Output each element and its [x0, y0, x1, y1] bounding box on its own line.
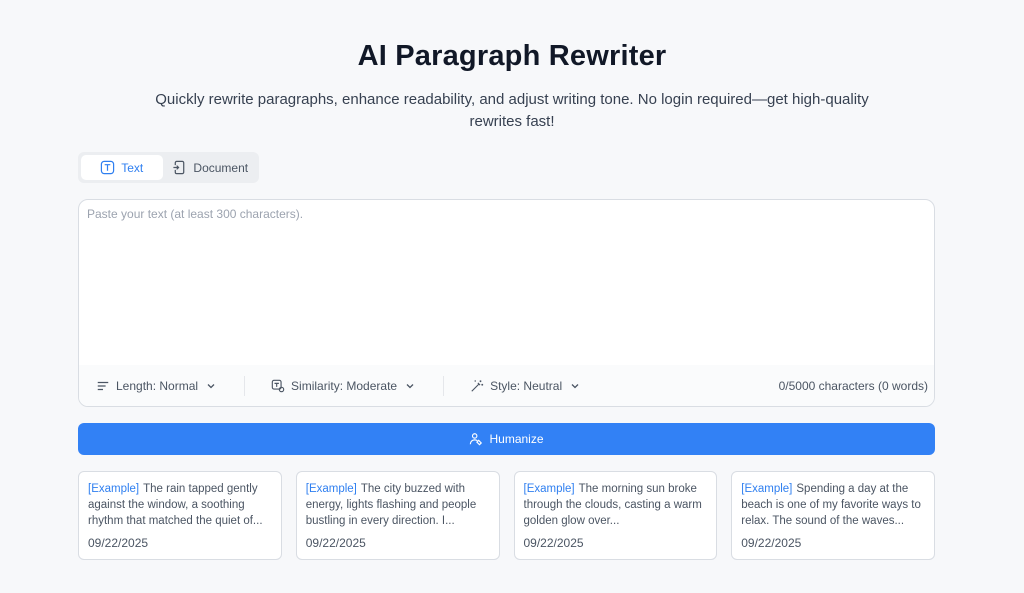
style-dropdown[interactable]: Style: Neutral [470, 365, 580, 406]
example-text: [Example] The rain tapped gently against … [88, 481, 272, 529]
chevron-down-icon [406, 384, 414, 389]
example-date: 09/22/2025 [523, 536, 584, 550]
magic-wand-icon [471, 380, 484, 392]
example-list: [Example] The rain tapped gently against … [78, 471, 935, 560]
text-input[interactable] [79, 200, 934, 365]
example-card[interactable]: [Example] The morning sun broke through t… [513, 471, 718, 560]
page-title: AI Paragraph Rewriter [357, 40, 667, 72]
example-card[interactable]: [Example] The rain tapped gently against … [78, 471, 282, 560]
example-text: [Example] The morning sun broke through t… [524, 481, 708, 529]
toolbar-divider [443, 376, 445, 396]
tab-document[interactable]: Document [165, 155, 256, 180]
length-icon [97, 381, 109, 391]
style-label: Style: Neutral [490, 379, 563, 393]
example-tag: [Example] [88, 483, 140, 495]
chevron-down-icon [207, 384, 215, 389]
toolbar-divider [244, 376, 246, 396]
similarity-dropdown[interactable]: Similarity: Moderate [271, 365, 415, 406]
document-icon [173, 160, 185, 175]
length-label: Length: Normal [116, 379, 199, 393]
example-tag: [Example] [741, 483, 793, 495]
example-tag: [Example] [305, 483, 357, 495]
similarity-icon [271, 379, 285, 393]
example-date: 09/22/2025 [88, 536, 149, 550]
similarity-label: Similarity: Moderate [291, 379, 398, 393]
page-subtitle: Quickly rewrite paragraphs, enhance read… [155, 91, 869, 130]
example-date: 09/22/2025 [305, 536, 366, 550]
character-count: 0/5000 characters (0 words) [778, 379, 928, 393]
tab-text[interactable]: Text [81, 155, 163, 180]
humanize-button[interactable]: Humanize [78, 423, 935, 455]
example-tag: [Example] [523, 483, 575, 495]
humanize-button-label: Humanize [489, 432, 544, 446]
text-icon [101, 160, 115, 175]
mode-switch: Text Document [78, 152, 259, 183]
example-text: [Example] Spending a day at the beach is … [741, 481, 925, 529]
editor-toolbar: Length: Normal Similarity: Moderate Styl… [79, 365, 934, 406]
length-dropdown[interactable]: Length: Normal [96, 365, 216, 406]
example-card[interactable]: [Example] Spending a day at the beach is … [731, 471, 935, 560]
example-date: 09/22/2025 [741, 536, 802, 550]
chevron-down-icon [571, 384, 579, 389]
example-card[interactable]: [Example] The city buzzed with energy, li… [295, 471, 500, 560]
example-text: [Example] The city buzzed with energy, li… [306, 481, 490, 529]
tab-text-label: Text [121, 160, 144, 175]
text-editor: Length: Normal Similarity: Moderate Sty [78, 199, 935, 407]
humanize-icon [470, 433, 483, 446]
tab-document-label: Document [193, 160, 249, 175]
